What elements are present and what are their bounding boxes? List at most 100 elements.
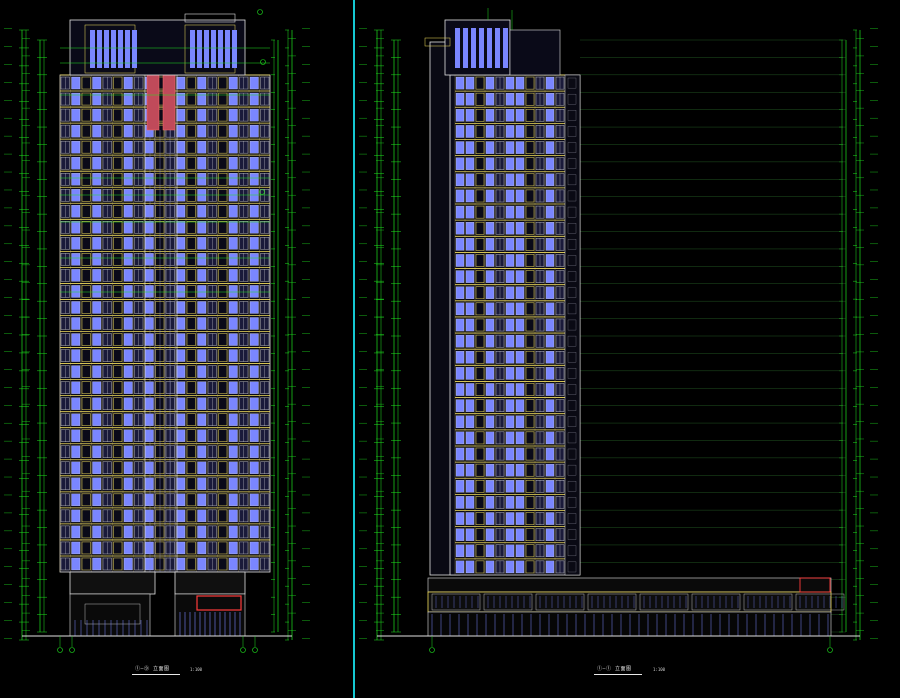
window	[176, 124, 186, 138]
window	[515, 125, 525, 138]
window	[545, 318, 555, 332]
window	[71, 221, 81, 234]
window	[71, 477, 81, 490]
floor-band	[454, 397, 565, 414]
window	[465, 560, 475, 574]
window	[71, 237, 81, 250]
window	[144, 509, 154, 523]
floor-band	[454, 477, 565, 495]
window	[176, 221, 186, 234]
window	[123, 269, 133, 282]
window	[123, 429, 133, 442]
window	[144, 173, 154, 186]
roof-crown-side	[509, 29, 561, 76]
window	[249, 557, 259, 571]
window	[485, 76, 495, 90]
window	[505, 270, 515, 283]
window	[515, 399, 525, 412]
window	[505, 334, 515, 348]
floor-band	[454, 316, 565, 334]
floor-band	[454, 90, 565, 108]
window	[455, 463, 465, 477]
window	[144, 381, 154, 394]
window	[144, 557, 154, 571]
window	[249, 124, 259, 138]
floor-band	[454, 364, 565, 382]
window	[123, 124, 133, 138]
window	[197, 445, 207, 458]
window	[197, 509, 207, 523]
window	[545, 205, 555, 219]
window	[505, 222, 515, 235]
window	[545, 125, 555, 138]
window	[92, 477, 102, 490]
window	[485, 544, 495, 558]
window	[545, 141, 555, 154]
window	[228, 173, 238, 186]
window	[465, 383, 475, 396]
window	[92, 493, 102, 507]
window	[505, 76, 515, 90]
window	[249, 349, 259, 362]
window	[455, 318, 465, 332]
window	[197, 173, 207, 186]
window	[515, 496, 525, 509]
window	[228, 509, 238, 523]
side-edge	[564, 74, 581, 576]
crown-window	[232, 30, 237, 68]
window	[228, 541, 238, 555]
window	[515, 544, 525, 558]
floor-band	[454, 155, 565, 172]
window	[197, 269, 207, 282]
window	[228, 301, 238, 314]
window	[455, 399, 465, 412]
window	[144, 285, 154, 298]
window	[228, 253, 238, 266]
window	[71, 557, 81, 571]
floor-band	[454, 493, 565, 511]
window	[465, 512, 475, 525]
window	[455, 109, 465, 122]
floor-band	[454, 122, 565, 140]
window	[71, 349, 81, 362]
window	[515, 334, 525, 348]
window	[455, 238, 465, 251]
floor-band	[454, 445, 565, 463]
window	[249, 157, 259, 170]
grid-bubble	[257, 9, 263, 15]
window	[228, 349, 238, 362]
window	[455, 125, 465, 138]
window	[505, 173, 515, 187]
window	[123, 557, 133, 571]
crown-window	[211, 30, 216, 68]
window	[197, 301, 207, 314]
window	[123, 253, 133, 266]
window	[485, 157, 495, 170]
window	[515, 173, 525, 187]
window	[197, 333, 207, 346]
window	[197, 365, 207, 378]
window	[515, 528, 525, 541]
floor-band	[454, 284, 565, 301]
crown-window	[225, 30, 230, 68]
window	[249, 253, 259, 266]
viewport-divider	[353, 0, 355, 698]
window	[455, 254, 465, 267]
window	[515, 157, 525, 170]
window	[144, 205, 154, 218]
window	[71, 253, 81, 266]
window	[465, 222, 475, 235]
window	[144, 157, 154, 170]
window	[228, 429, 238, 442]
window	[123, 477, 133, 490]
window	[123, 445, 133, 458]
window	[144, 477, 154, 490]
window	[176, 445, 186, 458]
crown-window	[111, 30, 116, 68]
window	[249, 509, 259, 523]
window	[71, 157, 81, 170]
window	[545, 560, 555, 574]
floor-band	[454, 526, 565, 543]
window	[515, 109, 525, 122]
window	[228, 413, 238, 426]
